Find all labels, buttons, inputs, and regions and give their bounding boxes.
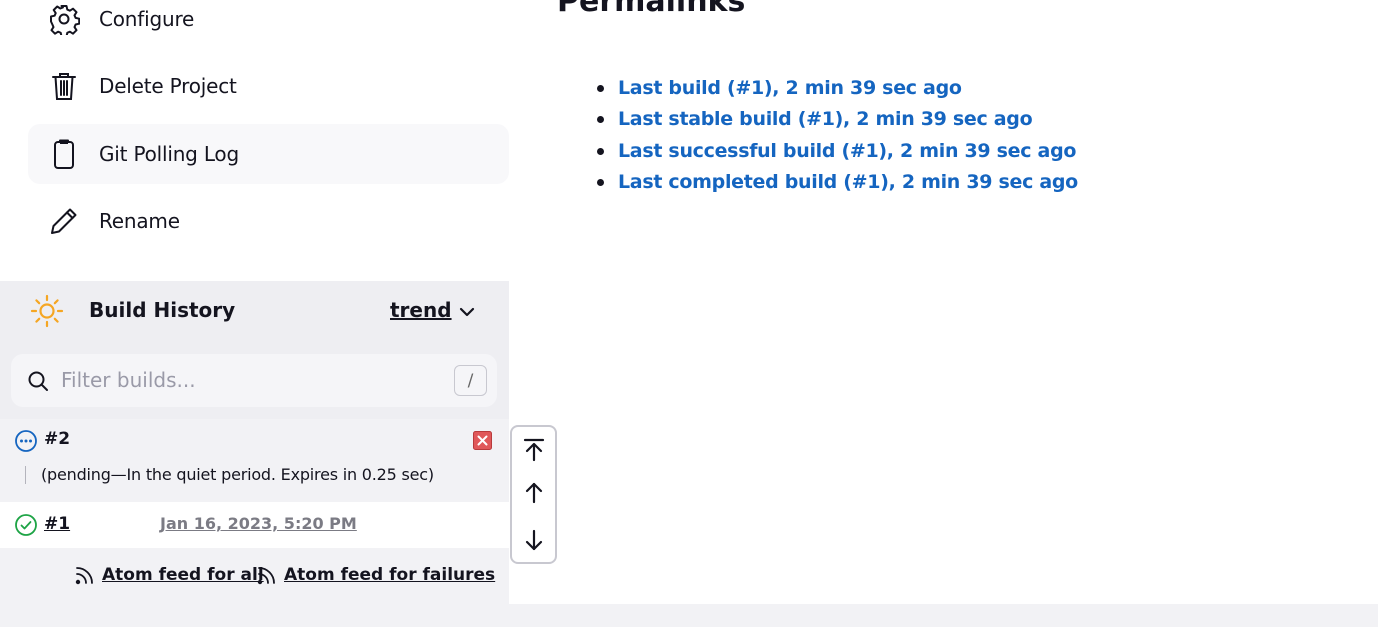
build-description: (pending—In the quiet period. Expires in… (41, 465, 434, 484)
build-row-pending: #2 (pending—In the quiet period. Expires… (0, 419, 509, 502)
task-label: Git Polling Log (99, 142, 239, 166)
build-date-link[interactable]: Jan 16, 2023, 5:20 PM (160, 514, 357, 533)
list-item: Last successful build (#1), 2 min 39 sec… (597, 135, 1078, 167)
task-label: Delete Project (99, 74, 237, 98)
filter-builds-input[interactable] (61, 362, 441, 398)
filter-area: / (0, 342, 509, 419)
arrow-down-icon[interactable] (519, 525, 549, 555)
arrow-up-icon[interactable] (519, 478, 549, 508)
scroll-navigation (510, 425, 557, 564)
keyboard-shortcut-hint: / (454, 365, 487, 396)
clipboard-icon (48, 138, 80, 170)
cancel-build-icon[interactable] (473, 431, 492, 450)
scroll-to-top-icon[interactable] (519, 435, 549, 465)
list-item: Last stable build (#1), 2 min 39 sec ago (597, 104, 1078, 136)
atom-feeds: Atom feed for all Atom feed for failures (0, 548, 509, 604)
permalinks-title: Permalinks (557, 0, 746, 19)
rss-icon (75, 567, 93, 585)
permalink-last-completed-build[interactable]: Last completed build (#1), 2 min 39 sec … (618, 171, 1078, 193)
trend-link[interactable]: trend (390, 298, 452, 322)
list-item: Last build (#1), 2 min 39 sec ago (597, 72, 1078, 104)
build-history-title: Build History (89, 298, 236, 322)
description-divider (25, 466, 26, 484)
filter-builds-box[interactable]: / (11, 354, 497, 407)
build-number: #2 (44, 429, 71, 449)
gear-icon (48, 3, 80, 35)
atom-feed-failures-link[interactable]: Atom feed for failures (256, 564, 495, 586)
sun-icon (30, 294, 64, 328)
page-footer-strip (0, 604, 1378, 627)
chevron-down-icon[interactable] (456, 301, 478, 323)
task-delete-project[interactable]: Delete Project (28, 56, 509, 116)
pencil-icon (48, 205, 80, 237)
atom-feed-failures-label: Atom feed for failures (284, 565, 496, 585)
atom-feed-all-label: Atom feed for all (102, 565, 264, 585)
list-item: Last completed build (#1), 2 min 39 sec … (597, 167, 1078, 199)
task-configure[interactable]: Configure (28, 0, 509, 49)
permalinks-list: Last build (#1), 2 min 39 sec ago Last s… (597, 72, 1078, 198)
success-status-icon (14, 513, 38, 537)
permalink-last-successful-build[interactable]: Last successful build (#1), 2 min 39 sec… (618, 140, 1076, 162)
task-git-polling-log[interactable]: Git Polling Log (28, 124, 509, 184)
build-history-header: Build History trend (0, 281, 509, 342)
task-rename[interactable]: Rename (28, 191, 509, 251)
permalink-last-stable-build[interactable]: Last stable build (#1), 2 min 39 sec ago (618, 108, 1033, 130)
permalink-last-build[interactable]: Last build (#1), 2 min 39 sec ago (618, 77, 962, 99)
task-label: Rename (99, 209, 180, 233)
build-number-link[interactable]: #1 (44, 514, 70, 534)
pending-status-icon (14, 429, 38, 453)
trash-icon (48, 70, 80, 102)
task-label: Configure (99, 7, 195, 31)
build-row-success: #1 Jan 16, 2023, 5:20 PM (0, 502, 509, 548)
search-icon (27, 370, 49, 392)
rss-icon (257, 567, 275, 585)
atom-feed-all-link[interactable]: Atom feed for all (74, 564, 264, 586)
